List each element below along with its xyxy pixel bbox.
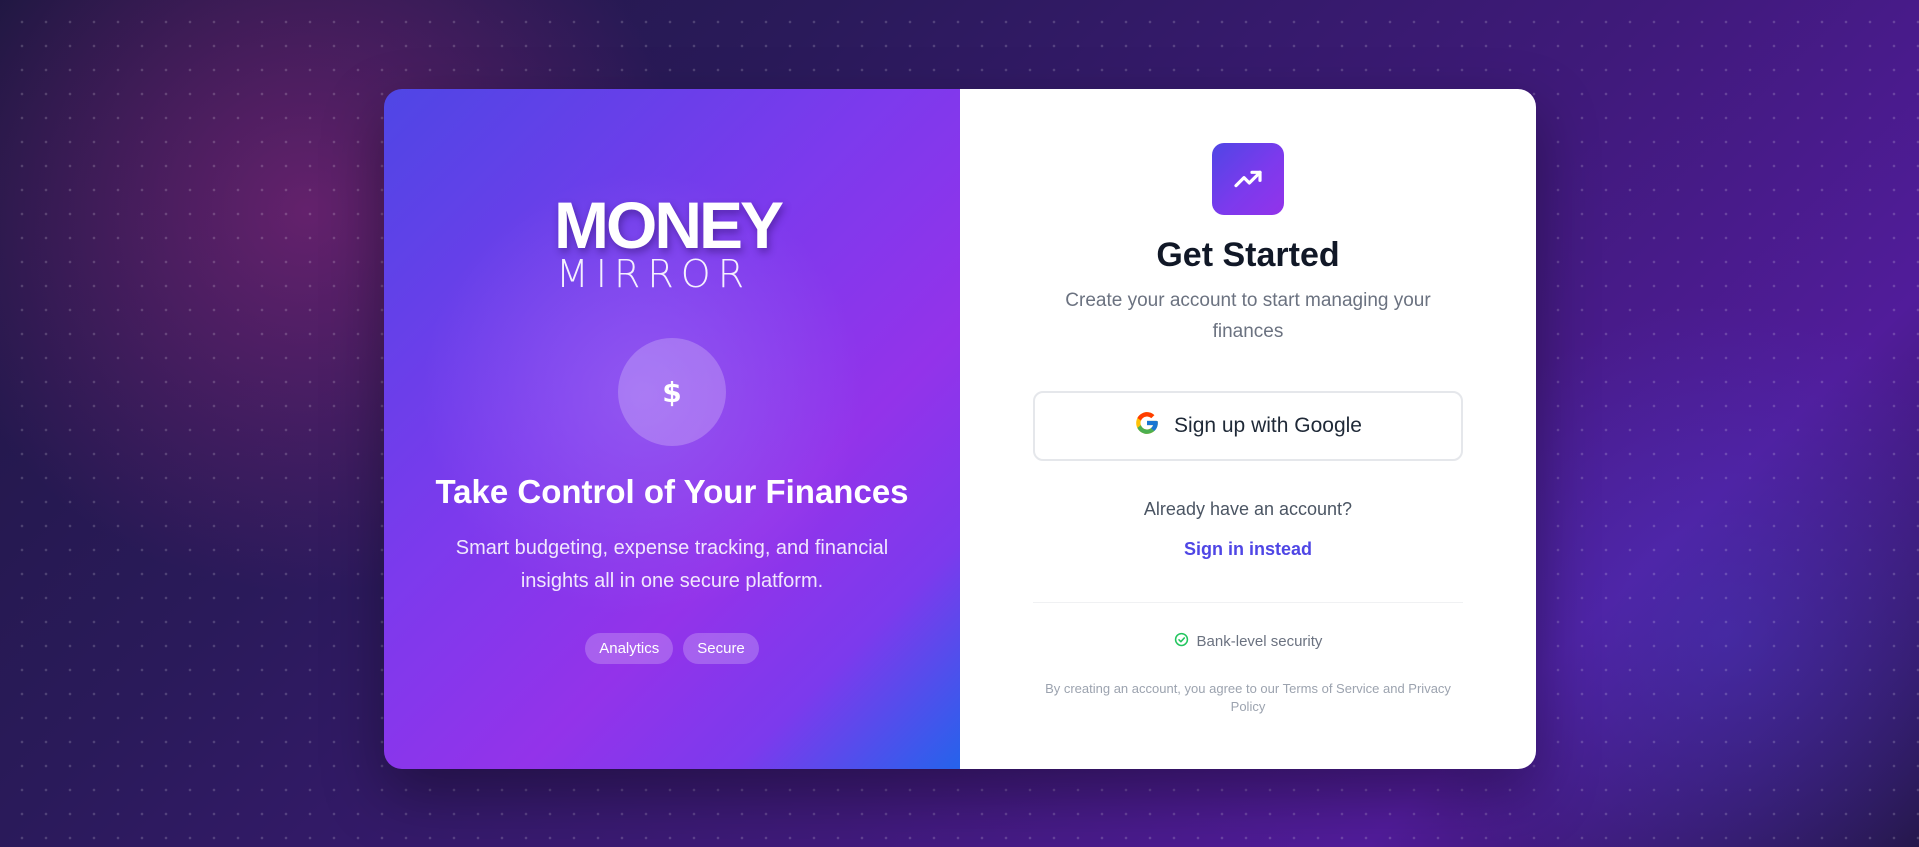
money-mirror-logo: MONEY MIRROR <box>554 188 784 296</box>
trending-up-icon <box>1212 143 1284 215</box>
sign-in-link[interactable]: Sign in instead <box>960 539 1536 560</box>
google-icon <box>1134 410 1160 442</box>
feature-tags: Analytics Secure <box>384 633 960 664</box>
tag-secure: Secure <box>683 633 759 664</box>
google-signup-button[interactable]: Sign up with Google <box>1033 391 1463 461</box>
already-have-account-text: Already have an account? <box>1143 499 1353 519</box>
dollar-glyph: $ <box>662 375 682 409</box>
security-badge: Bank-level security <box>960 632 1536 651</box>
logo-word-mirror: MIRROR <box>556 252 752 296</box>
divider <box>1033 602 1463 603</box>
logo-word-money: MONEY <box>554 188 784 262</box>
signup-subtitle: Create your account to start managing yo… <box>1065 290 1431 342</box>
check-circle-icon <box>1174 632 1189 651</box>
page-title: Get Started <box>1156 236 1340 274</box>
google-signup-label: Sign up with Google <box>1174 414 1362 437</box>
tag-analytics: Analytics <box>585 633 674 664</box>
hero-panel: MONEY MIRROR $ Take Control of Your Fina… <box>384 89 960 769</box>
legal-notice: By creating an account, you agree to our… <box>1045 681 1451 714</box>
security-label: Bank-level security <box>1196 633 1323 650</box>
signup-card: MONEY MIRROR $ Take Control of Your Fina… <box>384 89 1536 769</box>
hero-headline: Take Control of Your Finances <box>435 473 909 510</box>
signup-panel: Get Started Create your account to start… <box>960 89 1536 769</box>
dollar-icon: $ <box>618 338 726 446</box>
hero-subtitle: Smart budgeting, expense tracking, and f… <box>455 537 889 592</box>
